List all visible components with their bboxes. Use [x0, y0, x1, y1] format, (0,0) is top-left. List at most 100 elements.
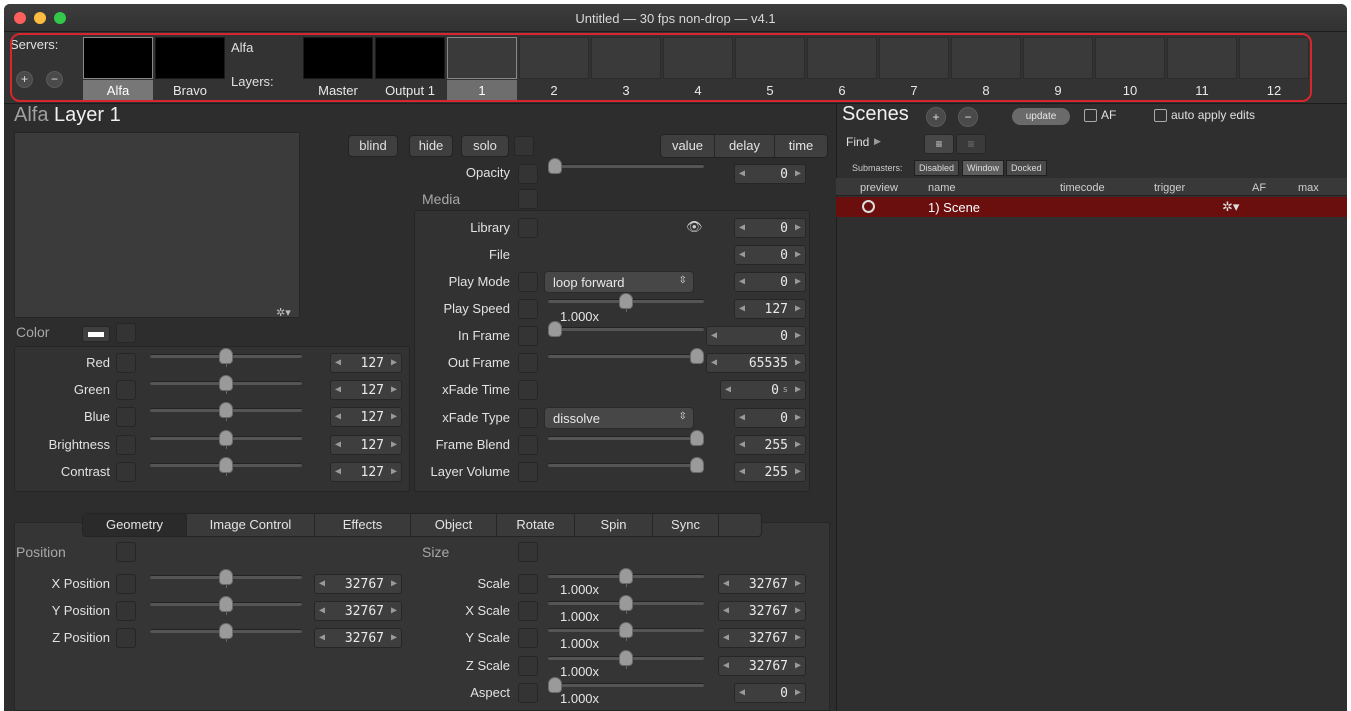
tab-spin[interactable]: Spin — [575, 514, 653, 536]
out-frame-checkbox[interactable] — [518, 353, 538, 373]
y-position-checkbox[interactable] — [116, 601, 136, 621]
brightness-checkbox[interactable] — [116, 435, 136, 455]
scene-row[interactable]: 1) Scene ✲▾ — [836, 197, 1347, 217]
layer-volume-slider[interactable] — [548, 456, 704, 474]
eye-icon[interactable]: 👁 — [686, 219, 703, 235]
out-frame-slider[interactable] — [548, 347, 704, 365]
x-position-slider[interactable] — [150, 568, 302, 588]
blind-button[interactable]: blind — [348, 135, 398, 157]
auto-apply-checkbox[interactable] — [1154, 109, 1167, 122]
col-name[interactable]: name — [928, 182, 956, 194]
mode-tab-delay[interactable]: delay — [715, 135, 775, 157]
library-stepper[interactable]: ◀ 0 ▶ — [734, 218, 806, 238]
play-speed-stepper[interactable]: ◀ 127 ▶ — [734, 299, 806, 319]
frame-blend-stepper[interactable]: ◀ 255 ▶ — [734, 435, 806, 455]
media-checkbox[interactable] — [518, 189, 538, 209]
z-position-checkbox[interactable] — [116, 628, 136, 648]
in-frame-slider[interactable] — [548, 320, 704, 338]
submaster-docked[interactable]: Docked — [1006, 160, 1047, 176]
find-label[interactable]: Find — [846, 135, 869, 149]
xfade-type-dropdown[interactable]: dissolve ⇳ — [544, 407, 694, 429]
green-slider[interactable] — [150, 374, 302, 394]
col-af[interactable]: AF — [1252, 182, 1266, 194]
size-checkbox[interactable] — [518, 542, 538, 562]
col-max[interactable]: max — [1298, 182, 1319, 194]
submaster-disabled[interactable]: Disabled — [914, 160, 960, 176]
opacity-checkbox[interactable] — [518, 164, 538, 184]
col-preview[interactable]: preview — [860, 182, 898, 194]
xfade-time-stepper[interactable]: ◀ 0 s ▶ — [720, 380, 806, 400]
y-scale-stepper[interactable]: ◀ 32767 ▶ — [718, 628, 806, 648]
blue-stepper[interactable]: ◀ 127 ▶ — [330, 407, 402, 427]
x-position-checkbox[interactable] — [116, 574, 136, 594]
red-slider[interactable] — [150, 347, 302, 367]
preview-gear-icon[interactable]: ✲▾ — [276, 306, 291, 319]
filter-alt-button[interactable]: ≡ — [956, 134, 986, 154]
blue-checkbox[interactable] — [116, 407, 136, 427]
in-frame-checkbox[interactable] — [518, 326, 538, 346]
opacity-slider[interactable] — [548, 157, 704, 175]
xfade-type-stepper[interactable]: ◀ 0 ▶ — [734, 408, 806, 428]
add-scene-button[interactable]: + — [926, 107, 946, 127]
play-speed-checkbox[interactable] — [518, 299, 538, 319]
play-mode-dropdown[interactable]: loop forward ⇳ — [544, 271, 694, 293]
tab-object[interactable]: Object — [411, 514, 497, 536]
aspect-stepper[interactable]: ◀ 0 ▶ — [734, 683, 806, 703]
remove-scene-button[interactable]: − — [958, 107, 978, 127]
file-stepper[interactable]: ◀ 0 ▶ — [734, 245, 806, 265]
xfade-type-checkbox[interactable] — [518, 408, 538, 428]
green-checkbox[interactable] — [116, 380, 136, 400]
x-position-stepper[interactable]: ◀ 32767 ▶ — [314, 574, 402, 594]
frame-blend-checkbox[interactable] — [518, 435, 538, 455]
contrast-stepper[interactable]: ◀ 127 ▶ — [330, 462, 402, 482]
tab-geometry[interactable]: Geometry — [83, 514, 187, 536]
tab-image-control[interactable]: Image Control — [187, 514, 315, 536]
y-position-slider[interactable] — [150, 595, 302, 615]
frame-blend-slider[interactable] — [548, 429, 704, 447]
solo-button[interactable]: solo — [461, 135, 509, 157]
xfade-time-checkbox[interactable] — [518, 380, 538, 400]
aspect-checkbox[interactable] — [518, 683, 538, 703]
y-position-stepper[interactable]: ◀ 32767 ▶ — [314, 601, 402, 621]
tab-sync[interactable]: Sync — [653, 514, 719, 536]
blue-slider[interactable] — [150, 401, 302, 421]
hide-button[interactable]: hide — [409, 135, 453, 157]
z-position-stepper[interactable]: ◀ 32767 ▶ — [314, 628, 402, 648]
play-mode-stepper[interactable]: ◀ 0 ▶ — [734, 272, 806, 292]
solo-checkbox[interactable] — [514, 136, 534, 156]
out-frame-stepper[interactable]: ◀ 65535 ▶ — [706, 353, 806, 373]
tab-rotate[interactable]: Rotate — [497, 514, 575, 536]
scale-checkbox[interactable] — [518, 574, 538, 594]
submaster-window[interactable]: Window — [962, 160, 1005, 176]
contrast-checkbox[interactable] — [116, 462, 136, 482]
position-checkbox[interactable] — [116, 542, 136, 562]
find-disclosure-icon[interactable]: ▶ — [874, 136, 881, 147]
contrast-slider[interactable] — [150, 456, 302, 476]
play-mode-checkbox[interactable] — [518, 272, 538, 292]
z-scale-stepper[interactable]: ◀ 32767 ▶ — [718, 656, 806, 676]
in-frame-stepper[interactable]: ◀ 0 ▶ — [706, 326, 806, 346]
color-checkbox[interactable] — [116, 323, 136, 343]
layer-volume-checkbox[interactable] — [518, 462, 538, 482]
opacity-stepper[interactable]: ◀ 0 ▶ — [734, 164, 806, 184]
brightness-slider[interactable] — [150, 429, 302, 449]
x-scale-checkbox[interactable] — [518, 601, 538, 621]
col-timecode[interactable]: timecode — [1060, 182, 1105, 194]
library-checkbox[interactable] — [518, 218, 538, 238]
color-swatch-button[interactable] — [82, 326, 110, 342]
green-stepper[interactable]: ◀ 127 ▶ — [330, 380, 402, 400]
scale-stepper[interactable]: ◀ 32767 ▶ — [718, 574, 806, 594]
red-checkbox[interactable] — [116, 353, 136, 373]
mode-tab-time[interactable]: time — [775, 135, 827, 157]
red-stepper[interactable]: ◀ 127 ▶ — [330, 353, 402, 373]
z-scale-checkbox[interactable] — [518, 656, 538, 676]
y-scale-checkbox[interactable] — [518, 628, 538, 648]
play-speed-slider[interactable] — [548, 292, 704, 312]
mode-tab-value[interactable]: value — [661, 135, 715, 157]
z-position-slider[interactable] — [150, 622, 302, 642]
scene-trigger-gear-icon[interactable]: ✲▾ — [1222, 199, 1239, 215]
tab-effects[interactable]: Effects — [315, 514, 411, 536]
x-scale-stepper[interactable]: ◀ 32767 ▶ — [718, 601, 806, 621]
brightness-stepper[interactable]: ◀ 127 ▶ — [330, 435, 402, 455]
layer-volume-stepper[interactable]: ◀ 255 ▶ — [734, 462, 806, 482]
